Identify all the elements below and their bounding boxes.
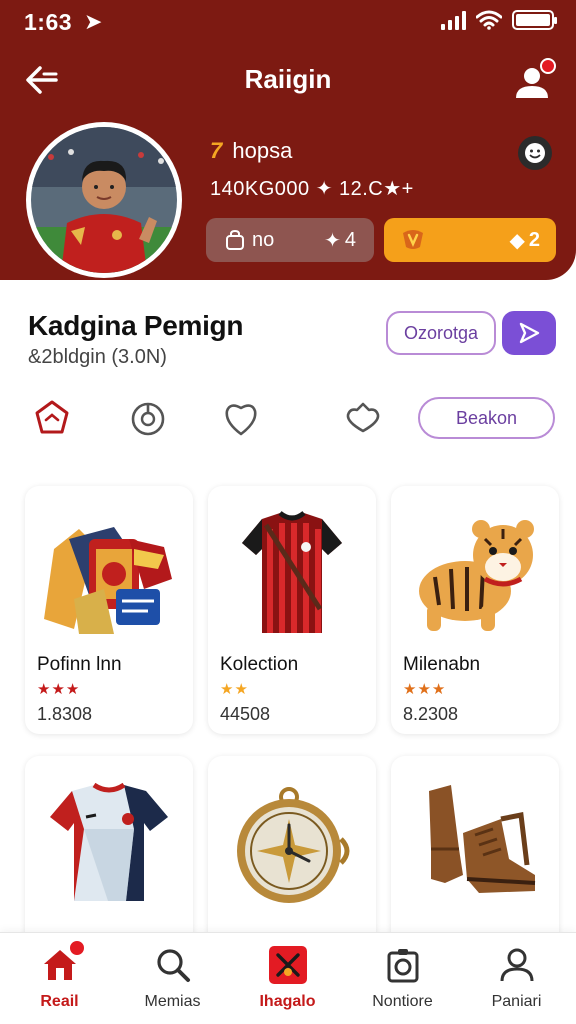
camera-icon (383, 945, 423, 985)
bag-icon (226, 229, 244, 250)
product-price: 44508 (220, 704, 271, 724)
product-card[interactable]: Milenabn ★★★ 8.2308 (391, 486, 559, 734)
heart-outline-icon (346, 402, 380, 433)
pentagon-home-icon (35, 400, 69, 434)
search-icon (153, 945, 193, 985)
bag-value: 4 (344, 228, 356, 251)
status-icons (441, 10, 557, 30)
status-time: 1:63 (24, 9, 73, 35)
nav-item-camera[interactable]: Nontiore (345, 933, 460, 1024)
product-card[interactable]: Pofinn lnn ★★★ 1.8308 (25, 486, 193, 734)
location-arrow-icon: ➤ (84, 9, 103, 34)
signal-icon (441, 10, 466, 30)
bag-stat-pill[interactable]: no ✦ 4 (206, 218, 374, 262)
product-title: Milenabn (403, 654, 481, 675)
product-price: 1.8308 (37, 704, 93, 724)
notification-dot (540, 58, 556, 74)
nav-label: Memias (144, 993, 201, 1010)
nav-item-home[interactable]: Reail (2, 933, 117, 1024)
section-title: Kadgina Pemign (28, 310, 244, 341)
nav-label: Paniari (491, 993, 542, 1010)
profile-header: 1:63 ➤ Raiigin 7 hopsa 140KG000 ✦ 12.C★+… (0, 0, 576, 280)
product-image (391, 504, 559, 644)
product-title: Kolection (220, 654, 299, 675)
send-arrow-icon (519, 322, 540, 344)
jersey-image (242, 510, 342, 633)
status-bar: 1:63 ➤ (0, 0, 576, 44)
rating-stars: ★★ (220, 681, 249, 698)
page-title: Raiigin (244, 64, 332, 94)
filter-home-button[interactable] (32, 398, 72, 438)
star-icon: ✦ (324, 229, 341, 252)
category-button[interactable]: Ozorotga (386, 311, 496, 355)
home-icon (40, 939, 86, 985)
send-button[interactable] (502, 311, 556, 355)
nav-item-profile[interactable]: Paniari (459, 933, 574, 1024)
wifi-icon (476, 10, 502, 30)
product-image (391, 774, 559, 914)
shirt-image (50, 782, 168, 901)
heart-icon (225, 404, 257, 436)
filter-pill[interactable]: Beakon (418, 397, 555, 439)
smiley-icon (525, 143, 545, 163)
product-image (25, 774, 193, 914)
rating-stars: ★★★ (37, 681, 81, 698)
target-icon (131, 402, 165, 436)
product-title: Pofinn lnn (37, 654, 122, 675)
nav-label: Nontiore (372, 993, 433, 1010)
nav-item-sports[interactable]: Ihagalo (230, 933, 345, 1024)
avatar[interactable] (26, 122, 182, 278)
nav-label: Ihagalo (259, 993, 316, 1010)
nav-item-search[interactable]: Memias (115, 933, 230, 1024)
product-image (208, 774, 376, 914)
sports-icon (268, 945, 308, 985)
rank-line: 7 hopsa (210, 138, 292, 164)
rank-number: 7 (210, 138, 223, 163)
nav-label: Reail (40, 993, 79, 1010)
player-photo (31, 127, 177, 273)
filter-like-button[interactable] (343, 398, 383, 438)
scarves-image (44, 527, 172, 634)
battery-icon (512, 10, 557, 30)
emoji-button[interactable] (518, 136, 552, 170)
user-icon (497, 945, 537, 985)
product-image (208, 504, 376, 644)
rating-stars: ★★★ (403, 681, 447, 698)
product-card[interactable]: Kolection ★★ 44508 (208, 486, 376, 734)
product-image (25, 504, 193, 644)
section-subtitle: &2bldgin (3.0N) (28, 346, 167, 368)
boots-image (429, 785, 536, 893)
flame-badge-icon (403, 230, 423, 249)
product-price: 8.2308 (403, 704, 459, 724)
rank-label: hopsa (232, 138, 293, 163)
stats-line: 140KG000 ✦ 12.C★+ (210, 178, 414, 200)
coin-value: 2 (528, 228, 540, 251)
profile-button[interactable] (512, 58, 556, 102)
bag-label: no (252, 228, 275, 251)
filter-target-button[interactable] (128, 398, 168, 438)
bottom-nav: Reail Memias Ihagalo Nontiore Paniari (0, 932, 576, 1024)
filter-heart-button[interactable] (221, 398, 261, 438)
tiger-plush-image (419, 520, 534, 631)
diamond-icon: ◆ (509, 229, 525, 252)
app-screen: 1:63 ➤ Raiigin 7 hopsa 140KG000 ✦ 12.C★+… (0, 0, 576, 1024)
pocket-watch-image (237, 787, 350, 903)
coin-stat-pill[interactable]: ◆ 2 (384, 218, 556, 262)
nav-badge (67, 939, 86, 957)
